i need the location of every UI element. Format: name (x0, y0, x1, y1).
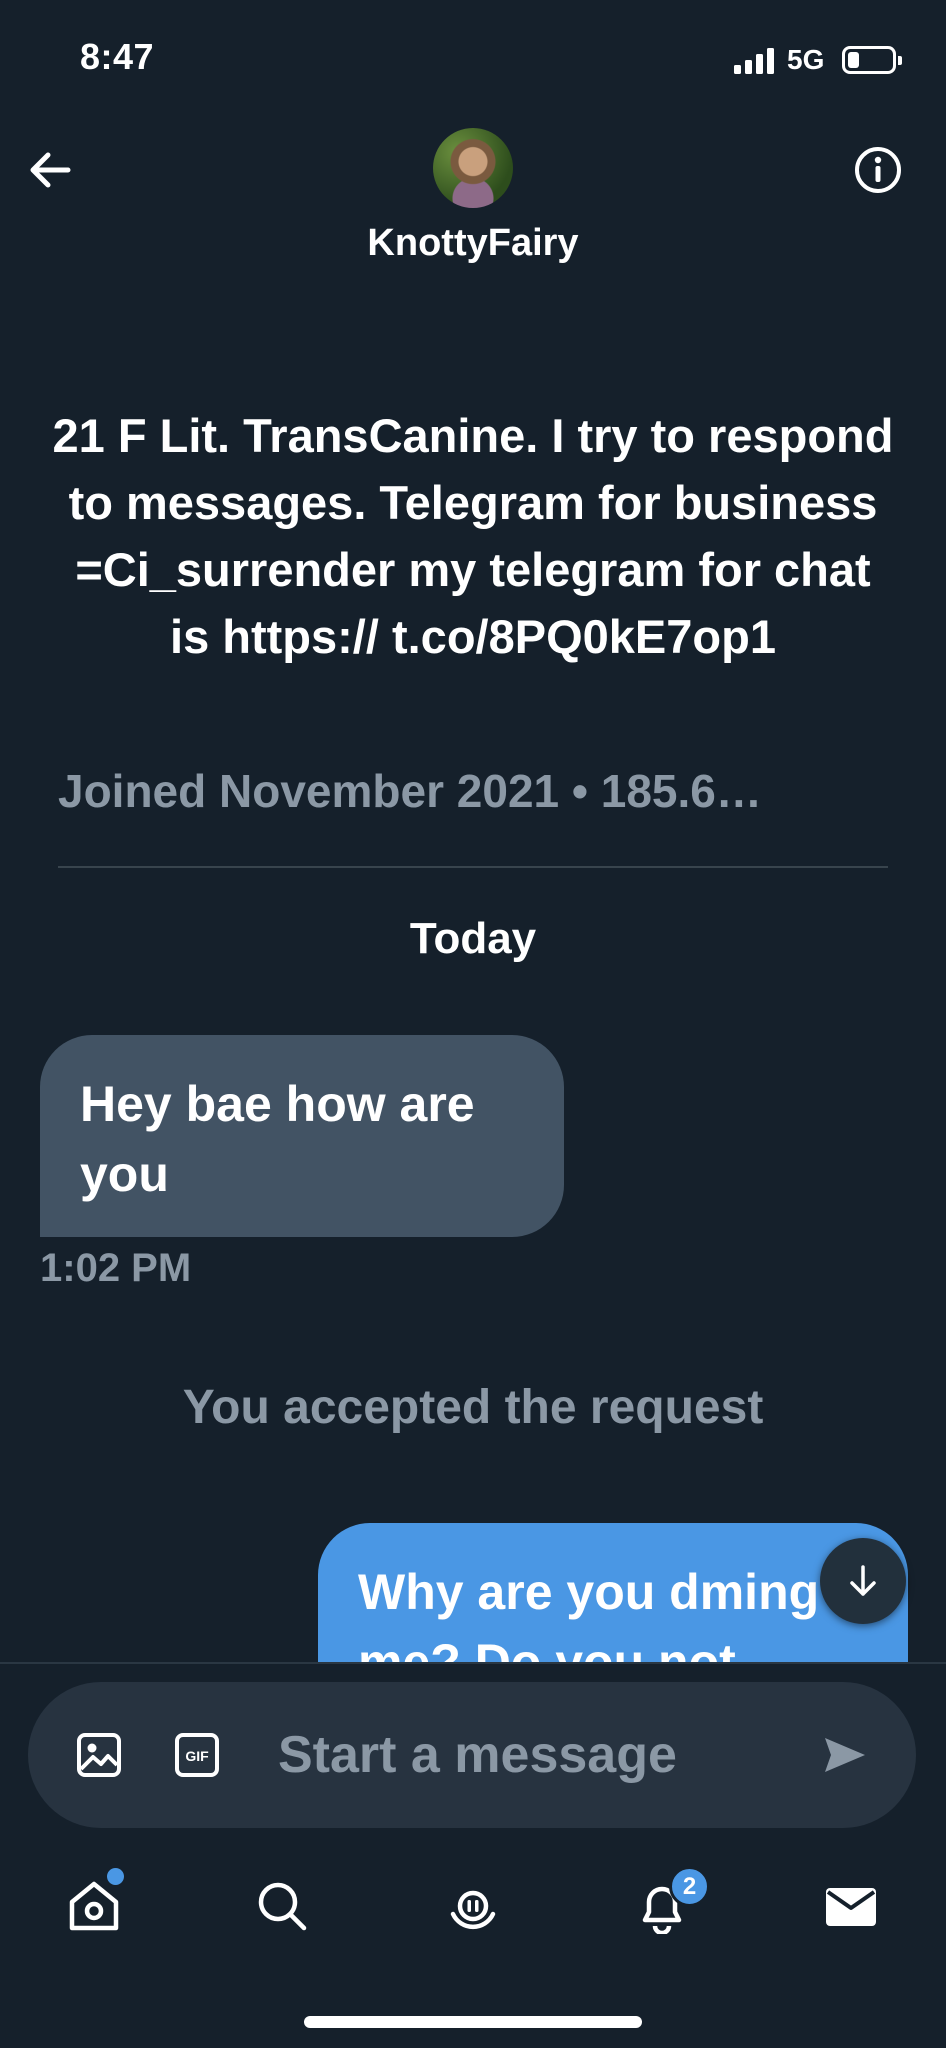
divider (58, 866, 888, 868)
arrow-left-icon (30, 152, 71, 188)
back-button[interactable] (20, 140, 80, 200)
home-notification-dot (107, 1868, 124, 1885)
nav-messages[interactable] (811, 1866, 891, 1946)
status-time: 8:47 (80, 36, 155, 77)
network-type: 5G (787, 44, 825, 75)
mail-icon (826, 1888, 876, 1926)
info-button[interactable] (848, 140, 908, 200)
joined-info: Joined November 2021 • 185.6… (58, 765, 762, 817)
arrow-down-icon (850, 1565, 876, 1596)
send-button[interactable] (814, 1726, 876, 1784)
home-icon (69, 1881, 119, 1931)
gif-label: GIF (185, 1748, 209, 1764)
media-button[interactable] (72, 1728, 126, 1782)
outgoing-message-clip: Why are you dming me? Do you not (318, 1523, 908, 1663)
battery-icon (842, 46, 902, 74)
gif-icon: GIF (175, 1733, 219, 1777)
day-separator: Today (409, 914, 537, 963)
system-notice: You accepted the request (182, 1381, 764, 1434)
profile-bio: 21 F Lit. TransCanine. I try to respond … (52, 409, 894, 663)
outgoing-message[interactable]: Why are you dming me? Do you not (318, 1523, 908, 1663)
contact-name[interactable]: KnottyFairy (0, 222, 946, 265)
scroll-to-bottom-button[interactable] (820, 1538, 906, 1624)
message-input[interactable] (278, 1722, 798, 1788)
send-icon (825, 1738, 865, 1772)
info-icon (855, 147, 901, 193)
nav-spaces[interactable] (433, 1866, 513, 1946)
notification-count-badge: 2 (669, 1866, 710, 1907)
home-indicator (304, 2016, 642, 2028)
nav-search[interactable] (242, 1866, 322, 1946)
composer-divider (0, 1662, 946, 1664)
spaces-icon (450, 1890, 496, 1930)
message-timestamp: 1:02 PM (40, 1246, 192, 1290)
image-icon (77, 1733, 121, 1777)
signal-strength-icon (734, 46, 776, 74)
incoming-message[interactable]: Hey bae how are you (40, 1035, 564, 1237)
search-icon (258, 1882, 307, 1931)
avatar[interactable] (433, 128, 513, 208)
gif-button[interactable]: GIF (170, 1728, 224, 1782)
